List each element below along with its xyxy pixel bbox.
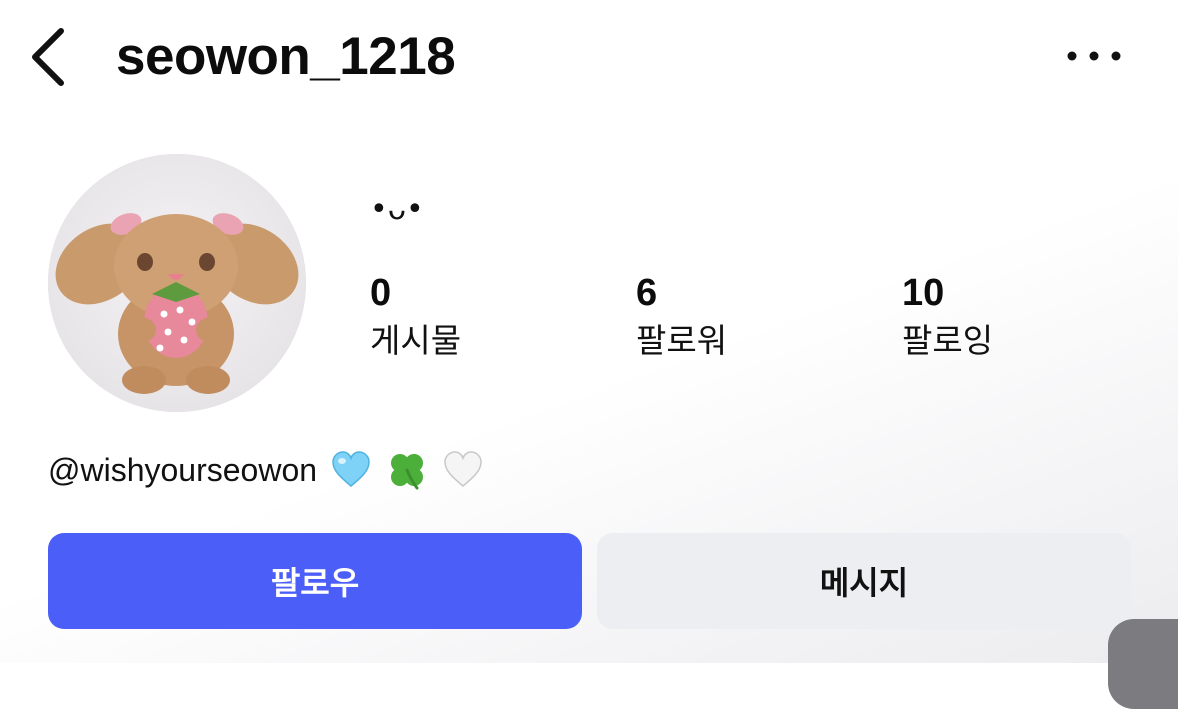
posts-label: 게시물 <box>370 321 462 360</box>
avatar[interactable] <box>48 154 306 412</box>
message-button[interactable]: 메시지 <box>597 533 1131 629</box>
followers-stat[interactable]: 6 팔로워 <box>636 270 836 362</box>
floating-overlay-edge <box>1108 619 1178 709</box>
more-horizontal-icon <box>1067 51 1121 61</box>
light-blue-heart-icon <box>329 448 373 492</box>
white-heart-icon <box>441 448 485 492</box>
profile-header: seowon_1218 <box>0 0 1178 120</box>
back-button[interactable] <box>22 24 72 90</box>
chevron-left-icon <box>32 28 64 86</box>
following-count: 10 <box>902 272 945 314</box>
posts-count: 0 <box>370 272 392 314</box>
posts-stat[interactable]: 0 게시물 <box>370 270 570 362</box>
following-label: 팔로잉 <box>902 321 994 360</box>
profile-username: seowon_1218 <box>116 27 456 86</box>
follow-button[interactable]: 팔로우 <box>48 533 582 629</box>
bio-handle-link[interactable]: @wishyourseowon <box>48 446 317 494</box>
profile-status-text: •ᴗ• <box>370 192 424 227</box>
more-options-button[interactable] <box>1058 34 1130 78</box>
followers-count: 6 <box>636 272 658 314</box>
following-stat[interactable]: 10 팔로잉 <box>902 270 1102 362</box>
four-leaf-clover-icon <box>385 448 429 492</box>
profile-bio: @wishyourseowon <box>48 446 485 494</box>
plush-bunny-avatar-image <box>48 154 306 412</box>
followers-label: 팔로워 <box>636 321 728 360</box>
